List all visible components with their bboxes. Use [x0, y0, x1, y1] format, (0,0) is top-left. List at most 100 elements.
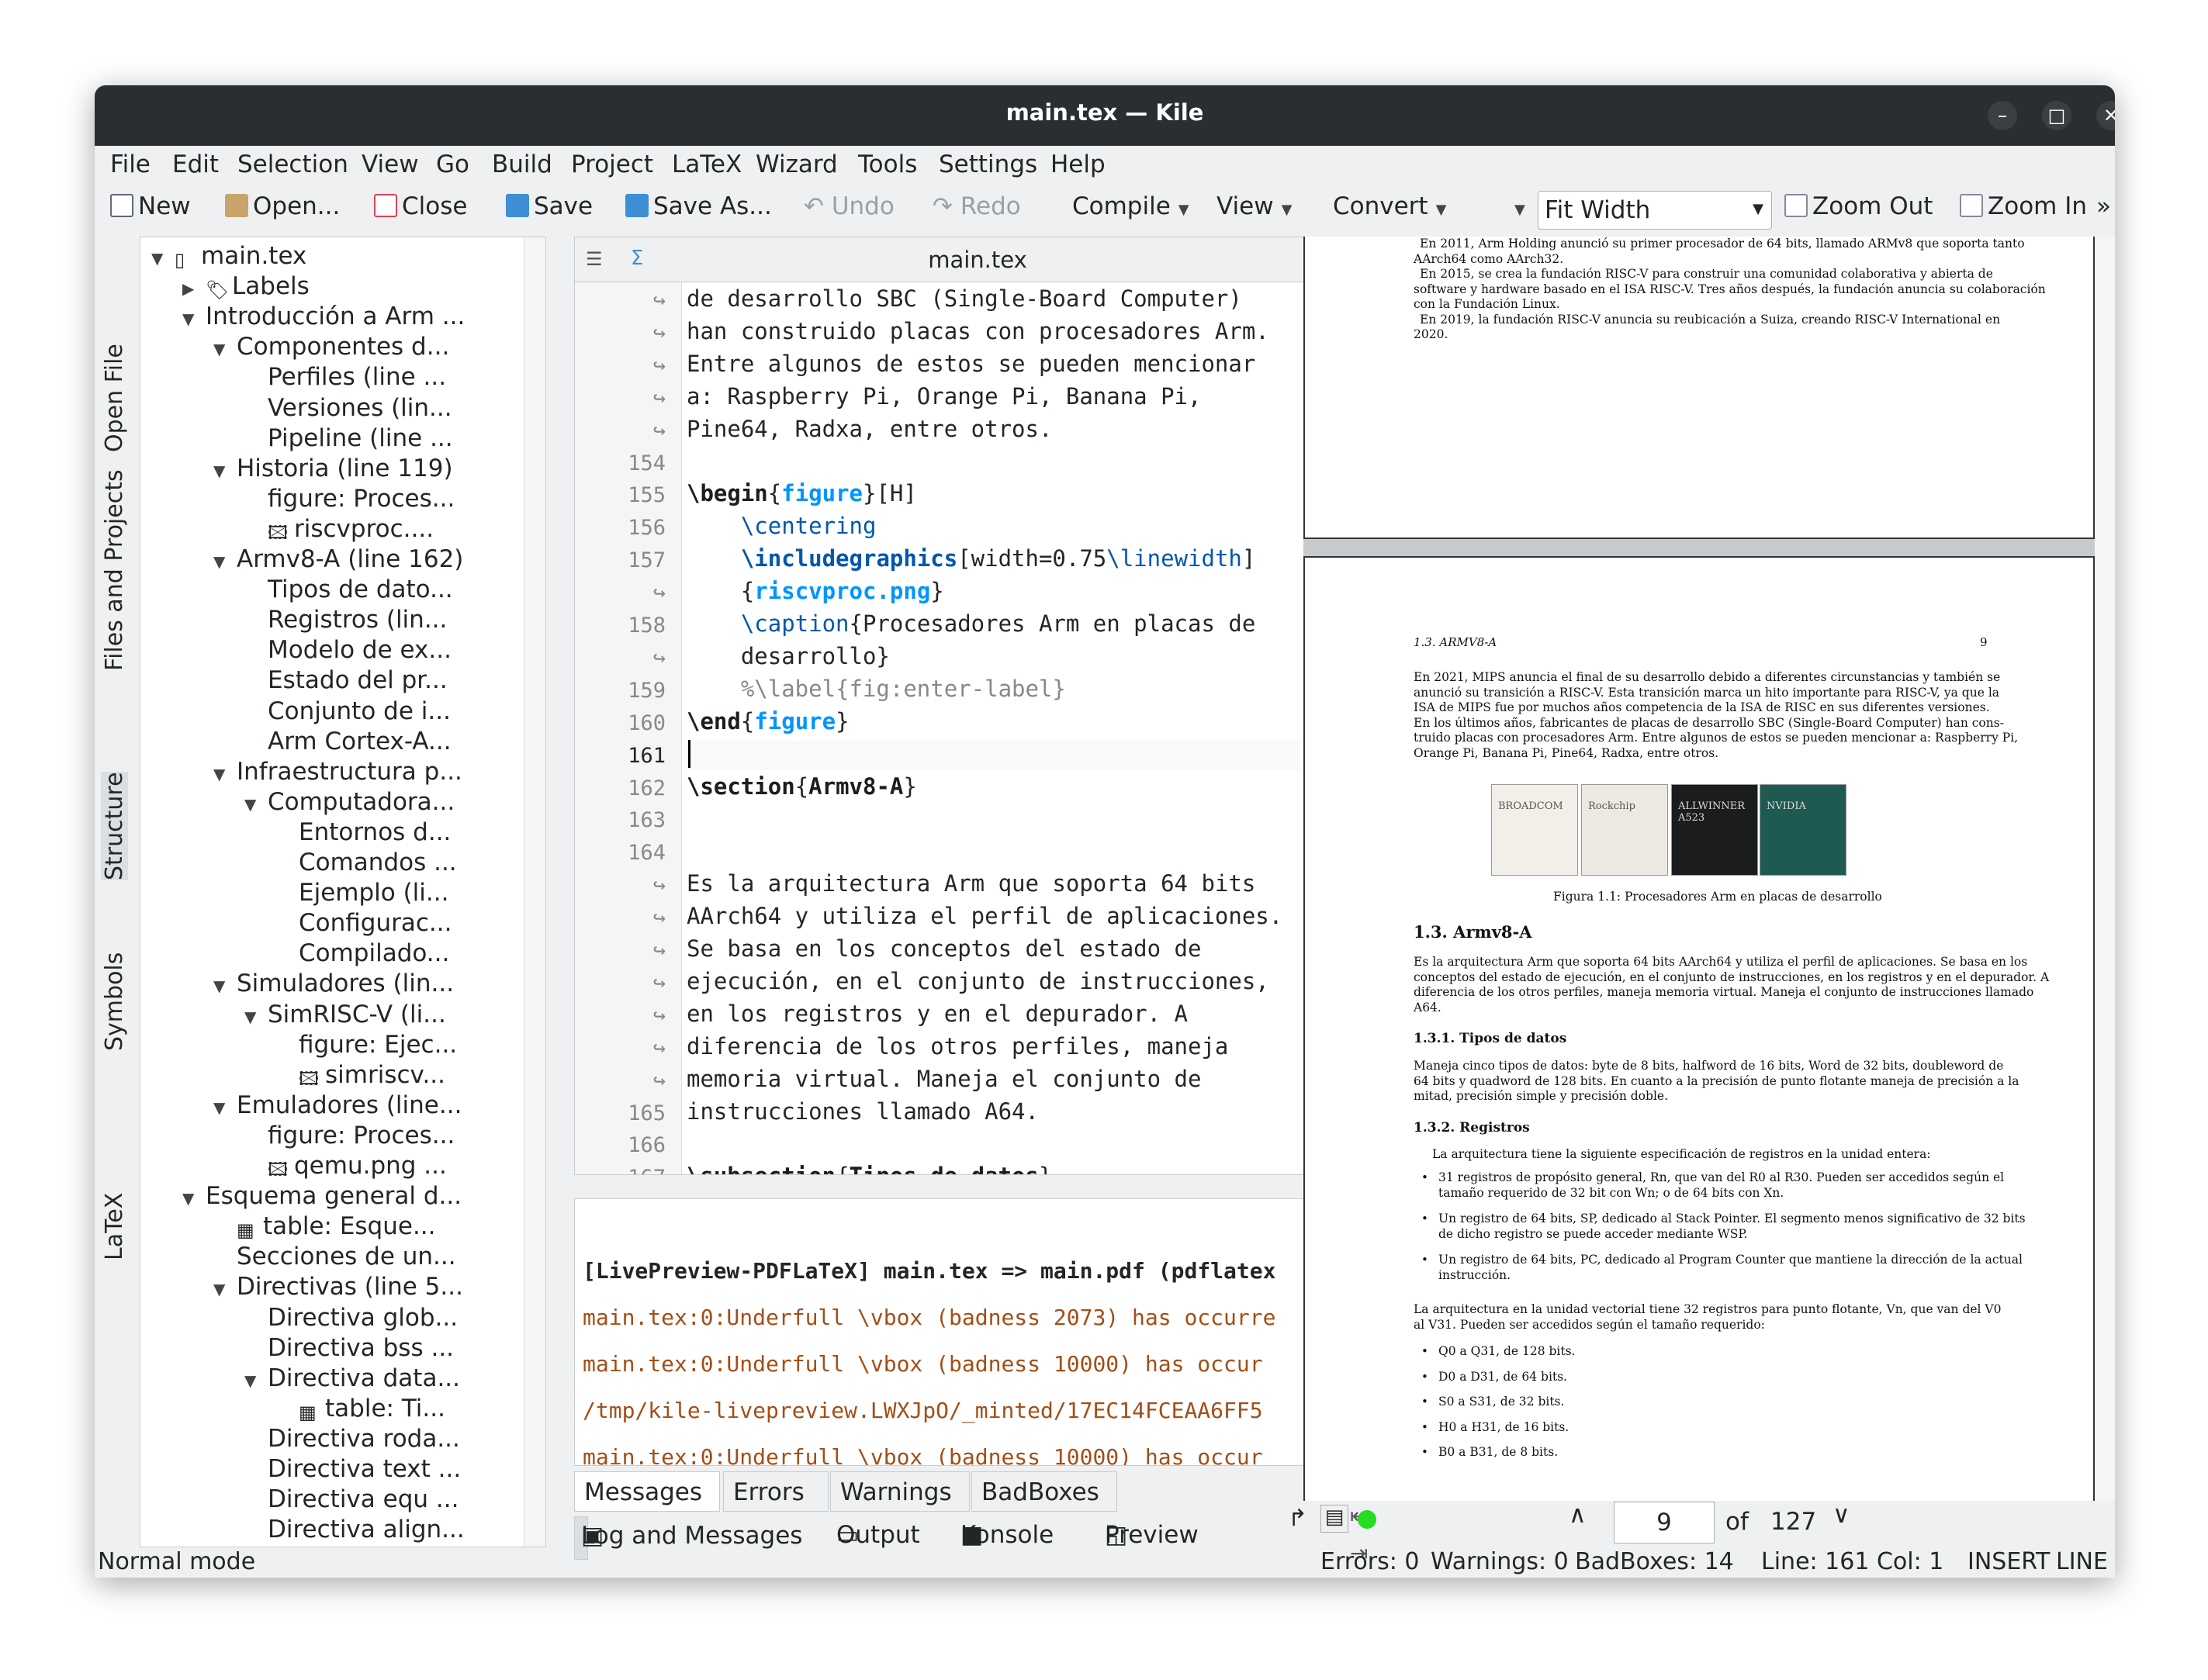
tree-item[interactable]: Secciones de un...	[213, 1243, 456, 1272]
tree-item[interactable]: ▶ 🏷 Labels	[182, 272, 310, 302]
pdf-text: tamaño requerido de 32 bit con Wn; o de …	[1438, 1185, 1784, 1200]
redo-button[interactable]: ↷ Redo	[933, 192, 1021, 220]
tab-latex[interactable]: LaTeX	[101, 1193, 128, 1260]
tree-item[interactable]: Directiva bss ...	[244, 1334, 454, 1364]
tree-item[interactable]: ▼ Directiva data...	[244, 1364, 460, 1394]
tab-files-projects[interactable]: Files and Projects	[101, 469, 128, 671]
tree-item[interactable]: Perfiles (line ...	[244, 363, 446, 392]
log-line: main.tex:0:Underfull \vbox (badness 1000…	[583, 1444, 1263, 1466]
tree-item[interactable]: 🖾 simriscv...	[275, 1061, 445, 1091]
tree-item[interactable]: ▼ ▯ main.tex	[151, 242, 306, 271]
table-icon: ▦	[237, 1219, 254, 1242]
tree-item-label: Historia (line 119)	[237, 454, 453, 482]
tree-item[interactable]: ▼ SimRISC-V (li...	[244, 1001, 446, 1030]
line-number: ↪	[652, 320, 666, 345]
tree-item[interactable]: ▼ Esquema general d...	[182, 1182, 462, 1212]
log-tab-badboxes[interactable]: BadBoxes	[971, 1471, 1117, 1512]
forward-search-icon[interactable]: ↱	[1288, 1505, 1307, 1532]
menu-tools[interactable]: Tools	[858, 150, 917, 178]
pdf-next-page-button[interactable]: ∨	[1833, 1501, 1850, 1546]
zoom-out-button[interactable]: Zoom Out	[1784, 192, 1933, 220]
new-button[interactable]: New	[110, 192, 191, 220]
tree-item[interactable]: Pipeline (line ...	[244, 424, 453, 454]
log-tab-warnings[interactable]: Warnings	[830, 1471, 970, 1512]
tree-item[interactable]: Arm Cortex-A...	[244, 728, 452, 757]
minimize-icon[interactable]: –	[1988, 101, 2017, 130]
tree-item[interactable]: Directiva equ ...	[244, 1485, 459, 1515]
menu-project[interactable]: Project	[571, 150, 653, 178]
menu-selection[interactable]: Selection	[237, 150, 348, 178]
tree-item[interactable]: Registros (lin...	[244, 606, 447, 635]
tree-item-label: table: Esque...	[263, 1212, 436, 1241]
pdf-scrollbar[interactable]	[2095, 237, 2115, 1501]
compile-button[interactable]: Compile ▼	[1072, 192, 1189, 220]
log-tab-messages[interactable]: Messages	[574, 1471, 720, 1512]
zoom-select[interactable]: Fit Width ▼	[1538, 191, 1772, 230]
tree-item[interactable]: Directiva glob...	[244, 1304, 458, 1333]
menu-edit[interactable]: Edit	[172, 150, 219, 178]
close-button[interactable]: Close	[374, 192, 467, 220]
tree-item[interactable]: figure: Ejec...	[275, 1031, 457, 1060]
tree-item[interactable]: ▼ Directivas (line 5...	[213, 1273, 463, 1302]
open-button[interactable]: Open...	[225, 192, 340, 220]
tree-item[interactable]: 🖾 qemu.png ...	[244, 1152, 447, 1181]
tree-item-label: Directivas (line 5...	[237, 1273, 463, 1301]
menu-help[interactable]: Help	[1050, 150, 1106, 178]
menu-view[interactable]: View	[362, 150, 419, 178]
tree-item[interactable]: Tipos de dato...	[244, 576, 453, 605]
tree-item[interactable]: Ejemplo (li...	[275, 879, 448, 908]
tree-item[interactable]: Compilado...	[275, 939, 449, 969]
tree-item[interactable]: Estado del pr...	[244, 666, 448, 696]
tree-item[interactable]: Directiva text ...	[244, 1455, 461, 1485]
tree-item[interactable]: ▦ table: Ti...	[275, 1395, 445, 1424]
tree-item[interactable]: ▼ Introducción a Arm ...	[182, 302, 465, 332]
code-area[interactable]: de desarrollo SBC (Single-Board Computer…	[687, 282, 1300, 1174]
code-token: {	[767, 480, 782, 507]
save-button[interactable]: Save	[506, 192, 593, 220]
toolbar-overflow-button[interactable]: »	[2096, 192, 2111, 220]
view-button[interactable]: View ▼	[1216, 192, 1292, 220]
pdf-page-input[interactable]: 9	[1614, 1502, 1715, 1543]
tab-symbols[interactable]: Symbols	[101, 952, 128, 1051]
tree-item[interactable]: figure: Proces...	[244, 1122, 455, 1151]
tree-item[interactable]: ▦ table: Esque...	[213, 1212, 436, 1242]
tree-item-label: riscvproc....	[294, 514, 434, 543]
tree-item[interactable]: ▼ Emuladores (line...	[213, 1091, 462, 1121]
save-as-button[interactable]: Save As...	[625, 192, 772, 220]
tree-item[interactable]: Directiva roda...	[244, 1425, 460, 1454]
editor-tab-main[interactable]: main.tex	[575, 247, 1380, 273]
tree-item[interactable]: ▼ Infraestructura p...	[213, 758, 462, 787]
extra-dropdown[interactable]: ▼	[1507, 192, 1525, 220]
tab-structure[interactable]: Structure	[101, 772, 128, 880]
zoom-in-button[interactable]: Zoom In	[1960, 192, 2087, 220]
log-tab-errors[interactable]: Errors	[723, 1471, 829, 1512]
tree-item[interactable]: Modelo de ex...	[244, 636, 452, 665]
tree-item[interactable]: ▼ Armv8-A (line 162)	[213, 545, 463, 575]
tree-item[interactable]: Conjunto de i...	[244, 697, 451, 727]
tab-open-file[interactable]: Open File	[101, 344, 128, 452]
menu-wizard[interactable]: Wizard	[756, 150, 838, 178]
tree-item[interactable]: ▼ Simuladores (lin...	[213, 970, 454, 999]
menu-build[interactable]: Build	[492, 150, 552, 178]
pdf-prev-page-button[interactable]: ∧	[1569, 1501, 1587, 1546]
menu-file[interactable]: File	[110, 150, 151, 178]
tree-scrollbar[interactable]	[524, 237, 545, 1547]
tree-item[interactable]: Comandos ...	[275, 849, 457, 878]
tree-item[interactable]: Directiva align...	[244, 1516, 465, 1545]
tree-item[interactable]: ▼ Componentes d...	[213, 333, 449, 362]
menu-go[interactable]: Go	[436, 150, 469, 178]
undo-button[interactable]: ↶ Undo	[804, 192, 895, 220]
tree-item[interactable]: Entornos d...	[275, 818, 451, 848]
tree-item[interactable]: ▼ Computadora...	[244, 788, 455, 818]
live-preview-icon[interactable]: ▤	[1320, 1505, 1348, 1533]
tree-item[interactable]: figure: Proces...	[244, 485, 455, 514]
tree-item[interactable]: Versiones (lin...	[244, 394, 452, 423]
close-window-icon[interactable]: ✕	[2096, 101, 2115, 130]
menu-settings[interactable]: Settings	[939, 150, 1037, 178]
tree-item[interactable]: Configurac...	[275, 909, 452, 939]
tree-item[interactable]: ▼ Historia (line 119)	[213, 455, 453, 484]
convert-button[interactable]: Convert ▼	[1333, 192, 1446, 220]
menu-latex[interactable]: LaTeX	[672, 150, 742, 178]
tree-item[interactable]: 🖾 riscvproc....	[244, 515, 434, 544]
maximize-icon[interactable]: □	[2042, 101, 2071, 130]
